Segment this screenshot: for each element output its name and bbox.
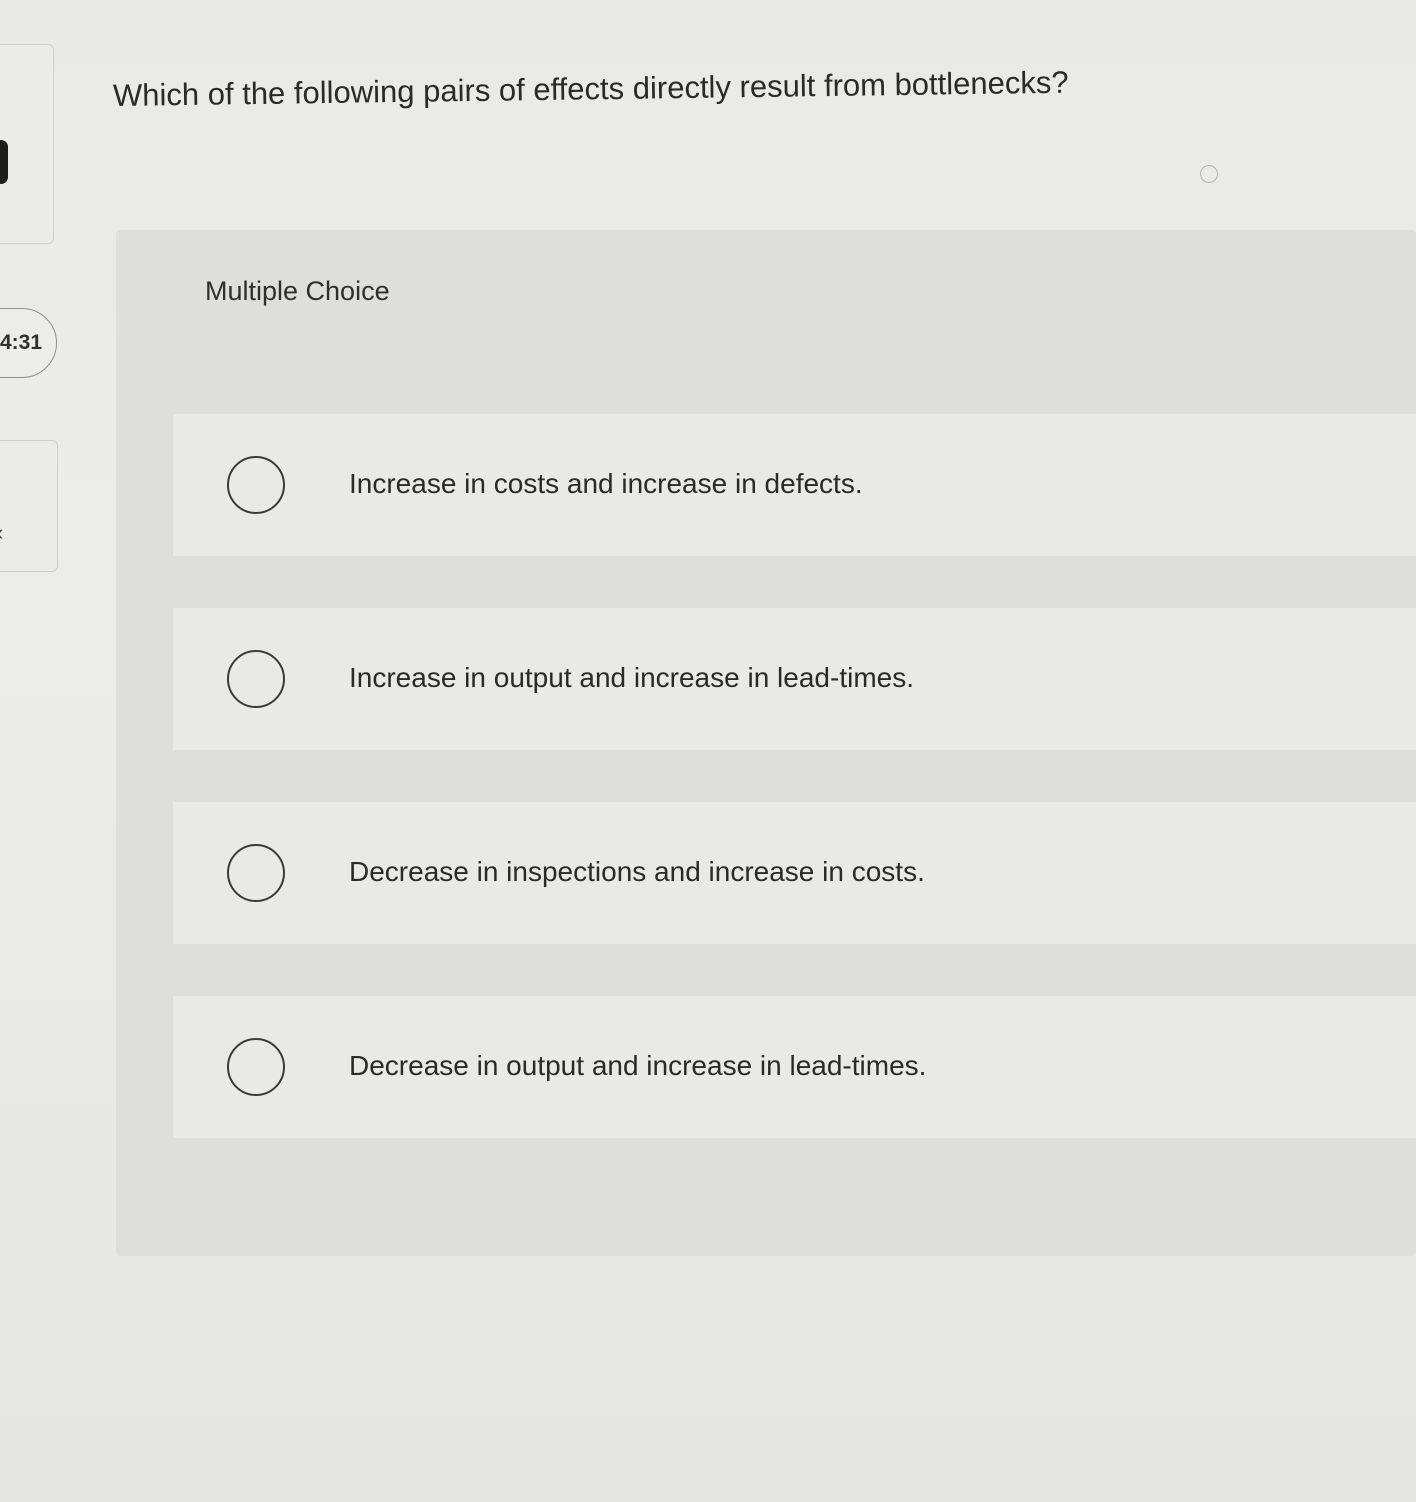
- answer-option[interactable]: Increase in costs and increase in defect…: [173, 414, 1416, 556]
- answer-option-label: Increase in output and increase in lead-…: [349, 662, 914, 693]
- radio-button-icon[interactable]: [227, 650, 285, 708]
- answer-option-label: Increase in costs and increase in defect…: [349, 468, 863, 499]
- answer-option-label: Decrease in inspections and increase in …: [349, 856, 925, 887]
- quiz-page: 4:31 ‹ Which of the following pairs of e…: [0, 0, 1416, 1502]
- progress-indicator: [0, 140, 8, 184]
- answer-option[interactable]: Decrease in output and increase in lead-…: [173, 996, 1416, 1138]
- radio-button-icon[interactable]: [227, 456, 285, 514]
- side-panel-nav: [0, 440, 58, 572]
- radio-button-icon[interactable]: [227, 1038, 285, 1096]
- question-text: Which of the following pairs of effects …: [112, 64, 1069, 113]
- timer-text: 4:31: [0, 331, 42, 354]
- timer-badge[interactable]: 4:31: [0, 308, 57, 378]
- answer-option[interactable]: Increase in output and increase in lead-…: [173, 608, 1416, 750]
- radio-button-icon[interactable]: [227, 844, 285, 902]
- question-type-label: Multiple Choice: [205, 276, 390, 306]
- answer-option[interactable]: Decrease in inspections and increase in …: [173, 802, 1416, 944]
- chevron-left-icon[interactable]: ‹: [0, 520, 3, 546]
- answer-option-label: Decrease in output and increase in lead-…: [349, 1050, 927, 1081]
- side-panel-top: [0, 44, 54, 244]
- loading-icon: [1200, 165, 1218, 183]
